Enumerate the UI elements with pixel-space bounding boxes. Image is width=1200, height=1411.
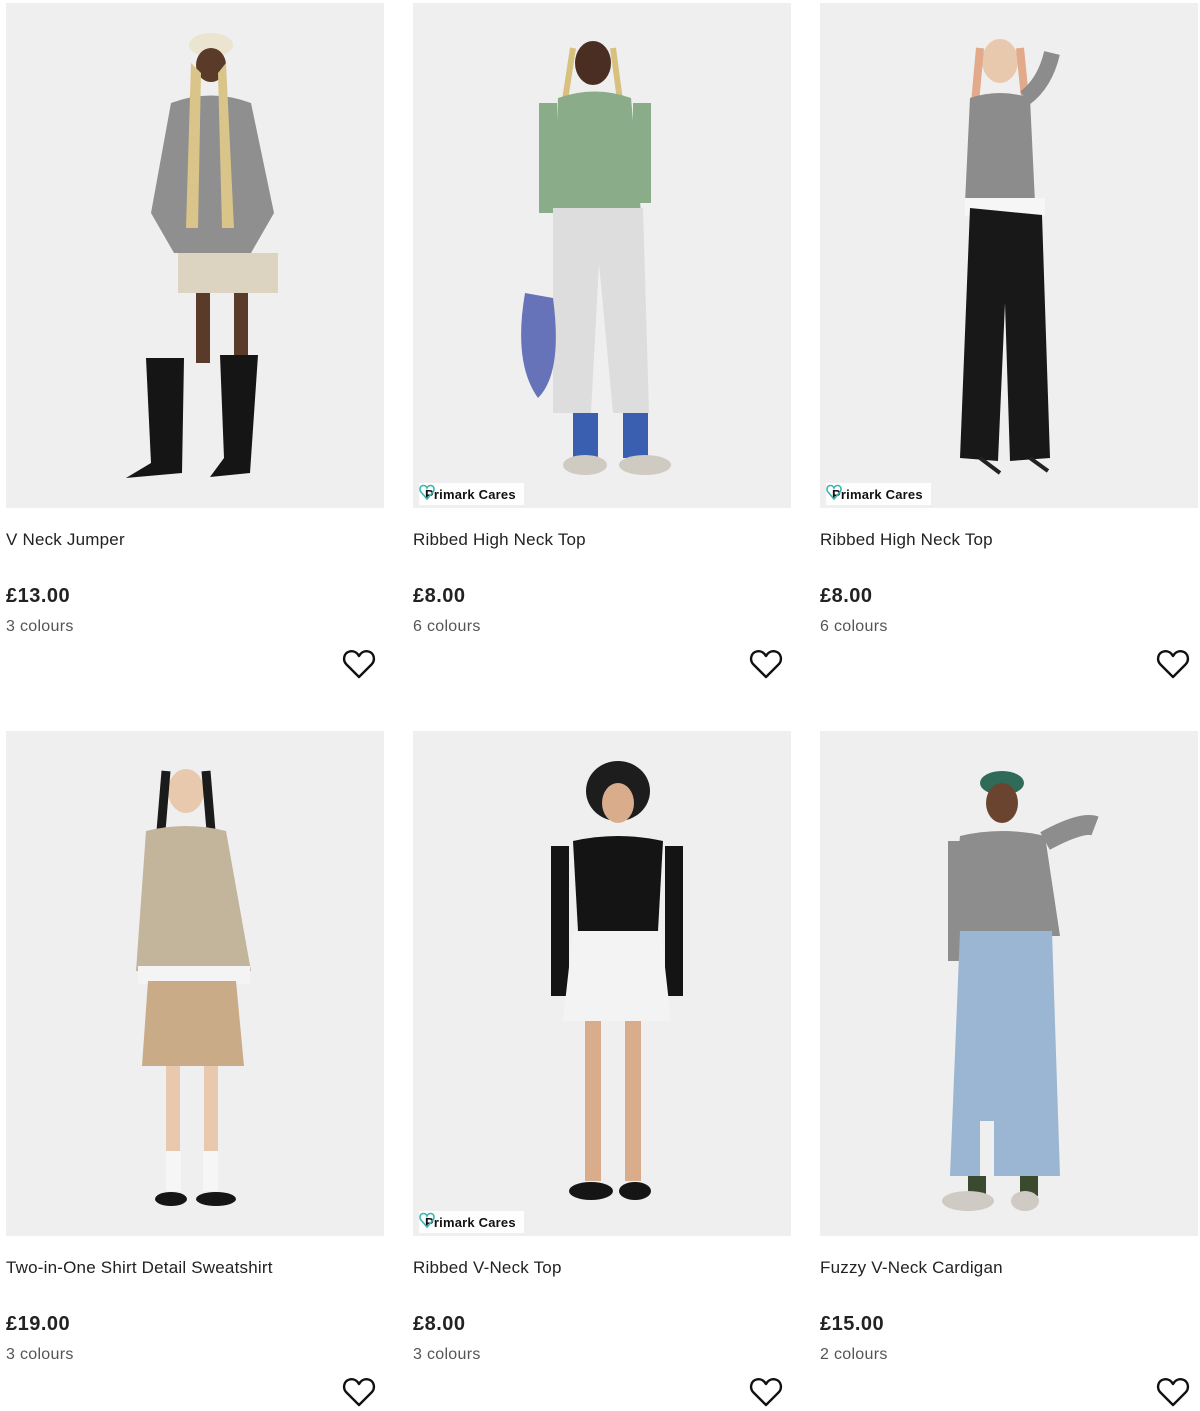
wishlist-button[interactable] (1156, 648, 1190, 680)
product-price: £15.00 (820, 1313, 885, 1335)
product-name[interactable]: Fuzzy V-Neck Cardigan (820, 1258, 1003, 1278)
wishlist-button[interactable] (749, 648, 783, 680)
product-colours-count: 3 colours (6, 1346, 74, 1363)
product-price: £19.00 (6, 1313, 71, 1335)
heart-outline-icon (749, 1378, 783, 1407)
product-image[interactable]: Primark Cares (820, 3, 1198, 508)
model-photo (413, 3, 791, 508)
heart-leaf-icon (419, 1212, 435, 1229)
product-name[interactable]: Ribbed V-Neck Top (413, 1258, 562, 1278)
product-image[interactable] (820, 731, 1198, 1236)
heart-leaf-icon (826, 484, 842, 501)
model-photo (413, 731, 791, 1236)
product-price: £8.00 (820, 585, 873, 607)
product-colours-count: 3 colours (6, 618, 74, 635)
product-price: £8.00 (413, 1313, 466, 1335)
wishlist-button[interactable] (1156, 1376, 1190, 1408)
product-image[interactable]: Primark Cares (413, 731, 791, 1236)
heart-outline-icon (342, 1378, 376, 1407)
primark-cares-badge: Primark Cares (826, 483, 931, 505)
product-colours-count: 6 colours (413, 618, 481, 635)
product-colours-count: 6 colours (820, 618, 888, 635)
product-price: £13.00 (6, 585, 71, 607)
primark-cares-badge: Primark Cares (419, 483, 524, 505)
heart-leaf-icon (419, 484, 435, 501)
heart-outline-icon (749, 650, 783, 679)
heart-outline-icon (1156, 650, 1190, 679)
product-colours-count: 2 colours (820, 1346, 888, 1363)
product-colours-count: 3 colours (413, 1346, 481, 1363)
product-name[interactable]: V Neck Jumper (6, 530, 125, 550)
primark-cares-badge: Primark Cares (419, 1211, 524, 1233)
model-photo (820, 731, 1198, 1236)
product-name[interactable]: Ribbed High Neck Top (820, 530, 993, 550)
model-photo (6, 3, 384, 508)
heart-outline-icon (1156, 1378, 1190, 1407)
product-image[interactable] (6, 731, 384, 1236)
product-image[interactable]: Primark Cares (413, 3, 791, 508)
heart-outline-icon (342, 650, 376, 679)
model-photo (820, 3, 1198, 508)
product-image[interactable] (6, 3, 384, 508)
wishlist-button[interactable] (342, 648, 376, 680)
badge-label: Primark Cares (425, 1214, 516, 1230)
wishlist-button[interactable] (342, 1376, 376, 1408)
badge-label: Primark Cares (425, 486, 516, 502)
product-price: £8.00 (413, 585, 466, 607)
product-name[interactable]: Two-in-One Shirt Detail Sweatshirt (6, 1258, 273, 1278)
model-photo (6, 731, 384, 1236)
product-name[interactable]: Ribbed High Neck Top (413, 530, 586, 550)
wishlist-button[interactable] (749, 1376, 783, 1408)
badge-label: Primark Cares (832, 486, 923, 502)
